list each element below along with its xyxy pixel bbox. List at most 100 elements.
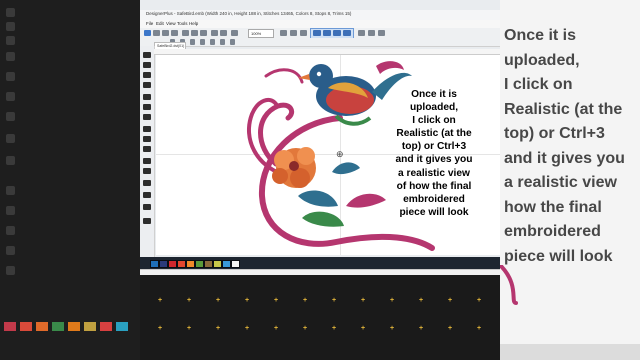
outline-view-button[interactable] [333, 30, 341, 36]
group-icon[interactable] [190, 39, 195, 45]
stitch-point-marker: + [187, 297, 192, 304]
mirror-icon[interactable] [280, 30, 287, 36]
top-curl [264, 68, 304, 84]
menu-file[interactable]: File [146, 21, 153, 26]
background-tool-icon [6, 156, 15, 165]
thread-color-swatch[interactable] [186, 260, 195, 268]
eyedropper-tool-icon[interactable] [143, 204, 151, 210]
running-stitch-tool-icon[interactable] [143, 146, 151, 152]
background-tool-icon [6, 206, 15, 215]
node-tool-icon[interactable] [143, 62, 151, 68]
menu-edit[interactable]: Edit [156, 21, 164, 26]
grid-icon[interactable] [300, 30, 307, 36]
thread-color-swatch[interactable] [150, 260, 159, 268]
knife-tool-icon[interactable] [143, 180, 151, 186]
paste-icon[interactable] [200, 30, 207, 36]
thread-color-swatch[interactable] [195, 260, 204, 268]
fill-icon[interactable] [200, 39, 205, 45]
menu-tools[interactable]: Tools [177, 21, 188, 26]
stitch-player-icon[interactable] [368, 30, 375, 36]
background-tool-icon [6, 186, 15, 195]
background-caption-line: top) or Ctrl+3 [504, 125, 605, 142]
caption-line: Once it is [411, 89, 457, 100]
background-tool-icon [6, 36, 15, 45]
pointer-tool-icon[interactable] [143, 52, 151, 58]
background-thread-swatch [4, 322, 16, 331]
caption-line: Realistic (at the [396, 128, 472, 140]
video-caption: Once it is uploaded, I click on Realistic (… [366, 88, 500, 219]
caption-line: embroidered [403, 193, 465, 205]
background-status-strip [500, 344, 640, 360]
background-tool-icon [6, 134, 15, 143]
run-icon[interactable] [220, 39, 225, 45]
redo-icon[interactable] [220, 30, 227, 36]
stitch-point-marker: + [216, 297, 221, 304]
background-thread-swatch [116, 322, 128, 331]
thread-color-swatch[interactable] [177, 260, 186, 268]
fill-tool-icon[interactable] [143, 126, 151, 132]
open-folder-icon[interactable] [153, 30, 160, 36]
measure-tool-icon[interactable] [143, 94, 151, 100]
thread-color-swatch[interactable] [204, 260, 213, 268]
satin-tool-icon[interactable] [143, 136, 151, 142]
stitch-point-marker: + [245, 297, 250, 304]
hoop-icon[interactable] [358, 30, 365, 36]
stitch-view-button[interactable] [323, 30, 331, 36]
stitch-point-marker: + [448, 297, 453, 304]
background-tool-icon [6, 92, 15, 101]
stitch-point-marker: + [303, 325, 308, 332]
menu-help[interactable]: Help [189, 21, 198, 26]
text-tool-icon[interactable] [143, 158, 151, 164]
layers-tool-icon[interactable] [143, 218, 151, 224]
background-thread-swatch [68, 322, 80, 331]
stitch-point-marker: + [303, 297, 308, 304]
settings-icon[interactable] [378, 30, 385, 36]
stitch-point-marker: + [477, 297, 482, 304]
shape-tool-icon[interactable] [143, 114, 151, 120]
stitch-point-marker: + [419, 325, 424, 332]
background-caption-line: embroidered [504, 223, 601, 240]
stitch-point-marker: + [361, 297, 366, 304]
eraser-tool-icon[interactable] [143, 192, 151, 198]
pan-tool-icon[interactable] [143, 72, 151, 78]
stitch-point-marker: + [361, 325, 366, 332]
menu-view[interactable]: View [166, 21, 176, 26]
cut-icon[interactable] [182, 30, 189, 36]
background-tool-icon [6, 72, 15, 81]
thread-color-swatch[interactable] [168, 260, 177, 268]
thread-color-swatch[interactable] [159, 260, 168, 268]
zoom-in-icon[interactable] [231, 30, 238, 36]
thread-color-swatch[interactable] [213, 260, 222, 268]
text-tool-icon[interactable] [230, 39, 235, 45]
zoom-tool-icon[interactable] [143, 82, 151, 88]
print-icon[interactable] [171, 30, 178, 36]
zoom-level-select[interactable]: 100% [248, 29, 274, 38]
thread-color-swatch[interactable] [222, 260, 231, 268]
pen-tool-icon[interactable] [143, 104, 151, 110]
background-caption-line: I click on [504, 76, 573, 93]
new-file-icon[interactable] [144, 30, 151, 36]
undo-icon[interactable] [211, 30, 218, 36]
rotate-icon[interactable] [290, 30, 297, 36]
background-thread-swatch [84, 322, 96, 331]
background-palette [0, 322, 140, 332]
copy-icon[interactable] [191, 30, 198, 36]
background-thread-swatch [100, 322, 112, 331]
leaf [332, 162, 360, 175]
background-caption-echo: Once it is uploaded, I click on Realistic (… [500, 24, 640, 269]
window-title: DesignerPlus - SafeBird.emb (Width 240 i… [146, 11, 352, 16]
realistic-view-button[interactable] [313, 30, 321, 36]
stitch-point-marker: + [158, 325, 163, 332]
stitch-point-marker: + [274, 297, 279, 304]
satin-icon[interactable] [210, 39, 215, 45]
caption-line: piece will look [399, 206, 469, 218]
background-left-capture [0, 0, 140, 360]
save-icon[interactable] [162, 30, 169, 36]
caption-line: a realistic view [398, 167, 470, 179]
applique-tool-icon[interactable] [143, 168, 151, 174]
thread-color-swatch[interactable] [231, 260, 240, 268]
3d-view-button[interactable] [343, 30, 351, 36]
stitch-point-marker: + [187, 325, 192, 332]
background-tool-icon [6, 22, 15, 31]
background-tool-icon [6, 226, 15, 235]
